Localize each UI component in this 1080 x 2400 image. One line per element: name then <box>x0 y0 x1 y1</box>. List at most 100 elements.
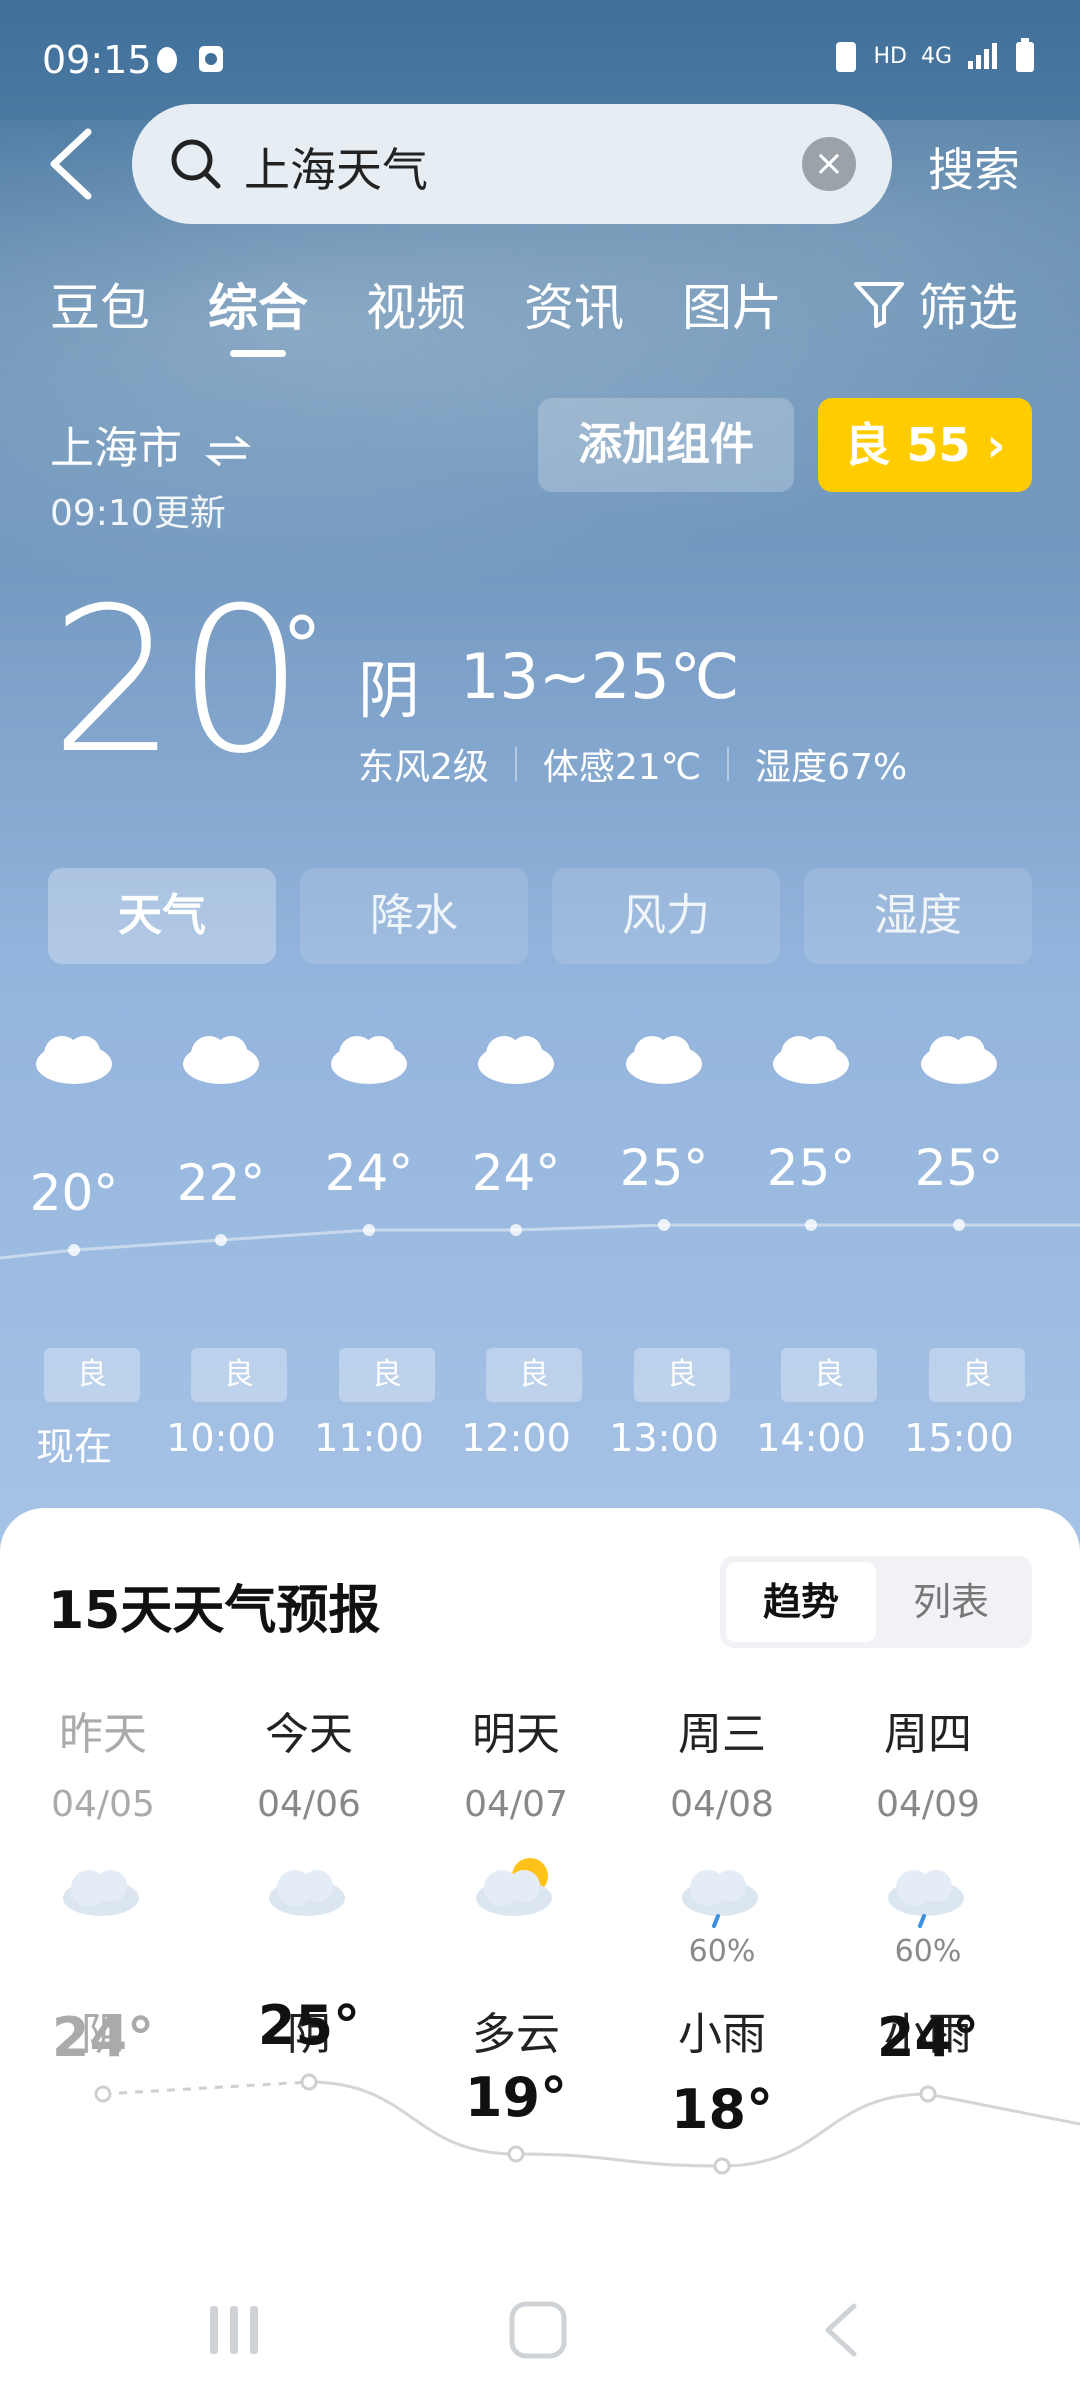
tab-news[interactable]: 资讯 <box>524 268 624 340</box>
day-column[interactable]: 明天 04/07 多云 19° <box>416 1698 616 2129</box>
wind: 东风2级 <box>358 747 489 788</box>
day-column[interactable]: 周四 04/09 60% 小雨 24° <box>828 1698 1028 2069</box>
filter-icon <box>854 282 904 328</box>
tab-video[interactable]: 视频 <box>366 268 466 340</box>
hourly-aqi-badge: 良 <box>929 1348 1025 1402</box>
hourly-forecast[interactable]: 20° 良现在 22° 良 10:00 24° 良 11:00 24° 良 12:00 25° 良 13:… <box>0 1020 1080 1500</box>
hourly-point <box>953 1219 965 1231</box>
tab-images[interactable]: 图片 <box>682 268 782 340</box>
tab-comprehensive[interactable]: 综合 <box>208 268 308 357</box>
hourly-point <box>805 1219 817 1231</box>
cloudy-icon <box>626 1036 702 1084</box>
battery-saver-icon <box>836 42 857 72</box>
back-arrow-icon[interactable] <box>40 124 110 204</box>
network-label: 4G <box>920 43 952 69</box>
update-time: 09:10更新 <box>50 493 226 534</box>
light-rain-icon <box>682 1870 758 1928</box>
hourly-point <box>510 1224 522 1236</box>
city-name: 上海市 <box>50 423 182 474</box>
segment-weather[interactable]: 天气 <box>48 868 276 964</box>
precip-chance: 60% <box>894 1934 962 1969</box>
hourly-temp: 25° <box>766 1139 856 1197</box>
light-rain-icon <box>888 1870 964 1928</box>
filter-label: 筛选 <box>918 279 1018 337</box>
signal-icon <box>968 43 997 69</box>
day-column[interactable]: 昨天 04/05 阴 24° <box>3 1698 203 2069</box>
day-name: 明天 <box>472 1709 560 1760</box>
day-high-temp: 19° <box>464 2066 568 2129</box>
hourly-time: 10:00 <box>166 1416 276 1460</box>
cloudy-icon <box>478 1036 554 1084</box>
cloudy-icon <box>773 1036 849 1084</box>
feels-like: 体感21℃ <box>542 747 702 788</box>
degree-symbol: ° <box>282 600 322 693</box>
filter-button[interactable]: 筛选 <box>852 268 1018 340</box>
current-details: 东风2级 体感21℃ 湿度67% <box>358 738 907 790</box>
search-input[interactable]: 上海天气 × <box>132 104 892 224</box>
status-bar: 09:15 HD 4G <box>0 0 1080 120</box>
cloudy-icon <box>36 1036 112 1084</box>
recent-apps-icon[interactable] <box>204 2300 264 2360</box>
segment-wind[interactable]: 风力 <box>552 868 780 964</box>
temperature-range: 13~25℃ <box>460 640 740 713</box>
day-column[interactable]: 今天 04/06 阴 25° <box>209 1698 409 2060</box>
home-icon[interactable] <box>506 2298 570 2362</box>
cloudy-icon <box>921 1036 997 1084</box>
divider <box>727 747 730 781</box>
active-tab-indicator <box>230 350 286 357</box>
hourly-aqi-badge: 良 <box>634 1348 730 1402</box>
day-high-temp: 24° <box>876 2006 980 2069</box>
segment-humidity[interactable]: 湿度 <box>804 868 1032 964</box>
system-nav-bar <box>0 2260 1080 2400</box>
hourly-aqi-badge: 良 <box>44 1348 140 1402</box>
tab-comprehensive-label: 综合 <box>208 279 308 337</box>
day-high-temp: 18° <box>670 2078 774 2141</box>
hourly-aqi-badge: 良 <box>339 1348 435 1402</box>
current-temperature: 20 <box>50 565 305 798</box>
metric-segments: 天气 降水 风力 湿度 <box>48 868 1032 964</box>
hourly-temp: 22° <box>176 1154 266 1212</box>
aqi-label: 良 55 <box>844 418 971 472</box>
location[interactable]: 上海市 <box>50 412 252 476</box>
hourly-point <box>658 1219 670 1231</box>
status-left-icons <box>152 42 226 76</box>
tab-doubao[interactable]: 豆包 <box>50 268 150 340</box>
app-notification-icon <box>199 46 223 72</box>
hourly-aqi-badge: 良 <box>191 1348 287 1402</box>
daily-point <box>713 2157 731 2175</box>
back-nav-icon[interactable] <box>816 2298 866 2362</box>
search-query: 上海天气 <box>244 143 428 197</box>
hourly-time: 13:00 <box>609 1416 719 1460</box>
status-time: 09:15 <box>42 38 152 82</box>
hourly-temp: 24° <box>324 1144 414 1202</box>
day-name: 周三 <box>678 1709 766 1760</box>
hd-label: HD <box>873 43 907 69</box>
hourly-time: 12:00 <box>461 1416 571 1460</box>
add-widget-button[interactable]: 添加组件 <box>538 398 794 492</box>
day-condition: 多云 <box>472 2009 560 2060</box>
battery-icon <box>1016 38 1034 72</box>
hourly-temp: 25° <box>619 1139 709 1197</box>
cloudy-icon <box>269 1870 345 1916</box>
aqi-badge[interactable]: 良 55 › <box>818 398 1032 492</box>
clear-icon[interactable]: × <box>802 137 856 191</box>
day-column[interactable]: 周三 04/08 60% 小雨 18° <box>622 1698 822 2141</box>
switch-city-icon <box>205 435 251 467</box>
search-button[interactable]: 搜索 <box>928 134 1020 200</box>
hourly-time: 现在 <box>35 1425 112 1469</box>
search-icon <box>171 139 221 189</box>
daily-point <box>919 2085 937 2103</box>
hourly-line <box>0 1223 1080 1260</box>
hourly-time: 11:00 <box>314 1416 424 1460</box>
hourly-aqi-badge: 良 <box>486 1348 582 1402</box>
day-high-temp: 25° <box>257 1994 361 2057</box>
status-right-icons: HD 4G <box>833 38 1036 74</box>
segment-precipitation[interactable]: 降水 <box>300 868 528 964</box>
partly-cloudy-icon <box>476 1858 552 1916</box>
hourly-aqi-badge: 良 <box>781 1348 877 1402</box>
qq-icon <box>157 47 177 73</box>
day-name: 周四 <box>884 1709 972 1760</box>
hourly-time: 14:00 <box>756 1416 866 1460</box>
weather-search-screen: 09:15 HD 4G 上海天气 × 搜索 豆包 综合 视频 资讯 图片 筛选 … <box>0 0 1080 2400</box>
cloudy-icon <box>331 1036 407 1084</box>
